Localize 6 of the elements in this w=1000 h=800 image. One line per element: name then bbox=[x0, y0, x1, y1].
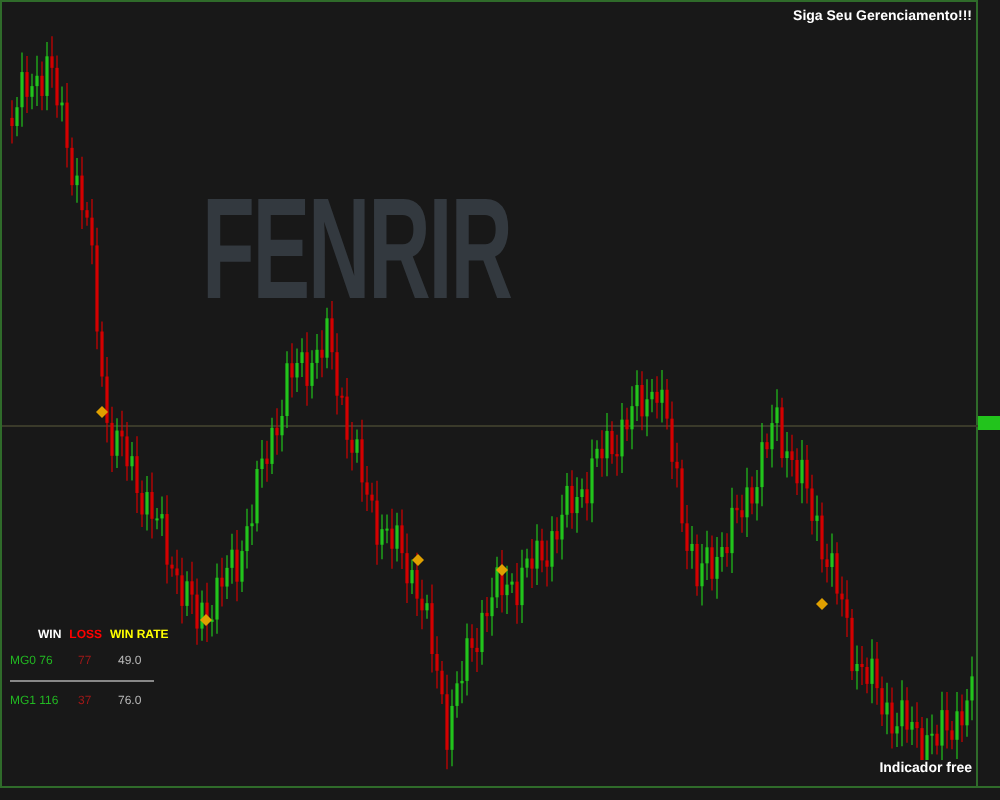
diamond-icon bbox=[412, 554, 424, 566]
diamond-icon bbox=[96, 406, 108, 418]
diamond-icon bbox=[816, 598, 828, 610]
diamond-icon bbox=[200, 614, 212, 626]
price-marker bbox=[978, 416, 1000, 430]
diamond-icon bbox=[496, 564, 508, 576]
